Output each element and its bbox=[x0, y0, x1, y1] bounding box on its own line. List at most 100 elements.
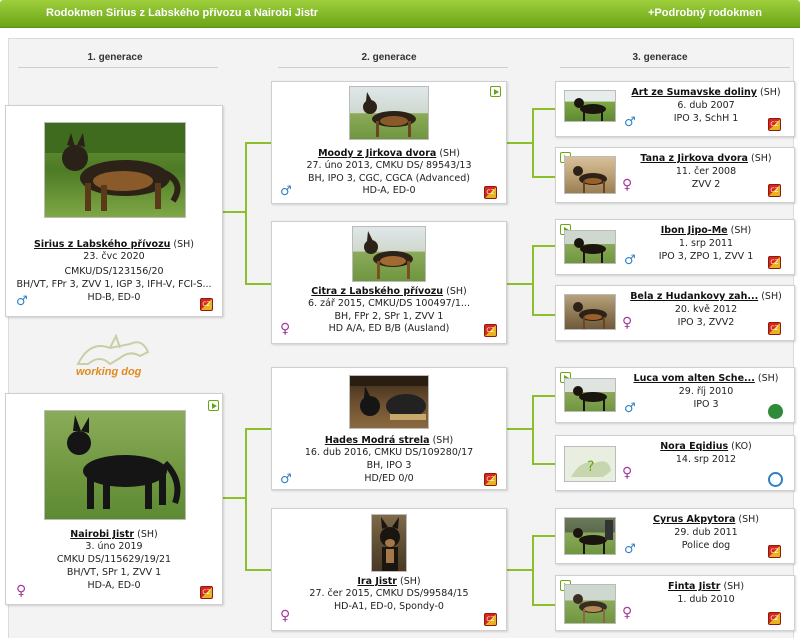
male-icon: ♂ bbox=[16, 294, 28, 309]
dog-photo[interactable] bbox=[564, 584, 616, 624]
dog-card-sire-dam[interactable]: Citra z Labského přívozu (SH) 6. zář 201… bbox=[271, 221, 507, 344]
flag-icon: CZ bbox=[768, 118, 781, 131]
dog-card-dam[interactable]: Nairobi Jistr (SH) 3. úno 2019 CMKU DS/1… bbox=[5, 393, 223, 605]
dog-birth: 14. srp 2012 bbox=[675, 454, 737, 465]
dog-titles: Police dog bbox=[681, 540, 731, 551]
dog-card-gen3[interactable]: Finta Jistr (SH) 1. dub 2010 ♀ CZ bbox=[555, 575, 795, 631]
dog-card-sire[interactable]: Sirius z Labského přívozu (SH) 23. čvc 2… bbox=[5, 105, 223, 317]
dog-name[interactable]: Cyrus Akpytora bbox=[653, 514, 735, 525]
connector bbox=[245, 142, 247, 284]
play-video-icon[interactable] bbox=[490, 86, 501, 97]
dog-card-gen3[interactable]: Luca vom alten Sche... (SH) 29. říj 2010… bbox=[555, 367, 795, 423]
dog-photo[interactable] bbox=[564, 378, 616, 412]
flag-icon: CZ bbox=[484, 473, 497, 486]
dog-details-3: HD A/A, ED B/B (Ausland) bbox=[328, 323, 450, 334]
dog-name[interactable]: Finta Jistr bbox=[668, 581, 720, 592]
dog-name[interactable]: Luca vom alten Sche... bbox=[634, 373, 755, 384]
dog-card-gen3[interactable]: Art ze Sumavske doliny (SH) 6. dub 2007 … bbox=[555, 81, 795, 137]
dog-name[interactable]: Art ze Sumavske doliny bbox=[631, 87, 757, 98]
dog-breed: (SH) bbox=[137, 529, 158, 540]
dog-name[interactable]: Citra z Labského přívozu bbox=[311, 286, 443, 297]
dog-photo[interactable] bbox=[371, 514, 407, 572]
dog-details-3: HD/ED 0/0 bbox=[364, 473, 414, 484]
female-icon: ♀ bbox=[622, 315, 633, 331]
dog-photo[interactable] bbox=[352, 226, 426, 282]
dog-photo[interactable] bbox=[44, 122, 186, 218]
dog-titles: BH/VT, FPr 3, ZVV 1, IGP 3, IFH-V, FCI-S… bbox=[16, 279, 212, 290]
connector bbox=[532, 535, 555, 537]
male-icon: ♂ bbox=[624, 115, 636, 130]
dog-breed: (SH) bbox=[432, 435, 454, 446]
connector bbox=[532, 176, 555, 178]
dog-name[interactable]: Bela z Hudankovy zah... bbox=[630, 291, 758, 302]
flag-icon: CZ bbox=[484, 613, 497, 626]
dog-photo[interactable] bbox=[349, 375, 429, 429]
dog-photo[interactable] bbox=[564, 156, 616, 194]
club-emblem-icon bbox=[768, 472, 783, 487]
dog-name[interactable]: Ibon Jipo-Me bbox=[661, 225, 728, 236]
dog-card-sire-sire[interactable]: Moody z Jirkova dvora (SH) 27. úno 2013,… bbox=[271, 81, 507, 204]
dog-card-gen3[interactable]: Bela z Hudankovy zah... (SH) 20. kvě 201… bbox=[555, 285, 795, 341]
dog-photo[interactable] bbox=[564, 90, 616, 122]
dog-birth: 11. čer 2008 bbox=[675, 166, 737, 177]
dog-card-gen3[interactable]: Ibon Jipo-Me (SH) 1. srp 2011 IPO 3, ZPO… bbox=[555, 219, 795, 275]
dog-details-1: 27. úno 2013, CMKU DS/ 89543/13 bbox=[306, 160, 472, 171]
dog-birth: 6. dub 2007 bbox=[677, 100, 735, 111]
dog-card-gen3[interactable]: Cyrus Akpytora (SH) 29. dub 2011 Police … bbox=[555, 508, 795, 564]
divider bbox=[560, 67, 790, 68]
dog-card-gen3[interactable]: Tana z Jirkova dvora (SH) 11. čer 2008 Z… bbox=[555, 147, 795, 203]
play-video-icon[interactable] bbox=[208, 400, 219, 411]
dog-titles: ZVV 2 bbox=[691, 179, 721, 190]
dog-photo[interactable] bbox=[44, 410, 186, 520]
flag-icon: CZ bbox=[768, 322, 781, 335]
dog-photo[interactable] bbox=[564, 230, 616, 264]
dog-name[interactable]: Nora Eqidius bbox=[660, 441, 728, 452]
dog-birth: 20. kvě 2012 bbox=[674, 304, 738, 315]
club-emblem-icon bbox=[768, 404, 783, 419]
dog-name[interactable]: Hades Modrá strela bbox=[325, 435, 430, 446]
male-icon: ♂ bbox=[624, 253, 636, 268]
dog-card-gen3[interactable]: ? Nora Eqidius (KO) 14. srp 2012 ♀ bbox=[555, 435, 795, 491]
connector bbox=[532, 463, 555, 465]
dog-name[interactable]: Sirius z Labského přívozu bbox=[34, 239, 170, 250]
dog-card-dam-sire[interactable]: Hades Modrá strela (SH) 16. dub 2016, CM… bbox=[271, 367, 507, 490]
dog-breed: (SH) bbox=[757, 373, 779, 384]
dog-card-dam-dam[interactable]: Ira Jistr (SH) 27. čer 2015, CMKU DS/995… bbox=[271, 508, 507, 631]
connector bbox=[507, 428, 533, 430]
female-icon: ♀ bbox=[280, 321, 291, 337]
connector bbox=[532, 314, 555, 316]
dog-health: HD-B, ED-0 bbox=[87, 292, 141, 303]
dog-details-3: HD-A, ED-0 bbox=[362, 185, 416, 196]
detailed-pedigree-link[interactable]: +Podrobný rodokmen bbox=[648, 7, 762, 19]
connector bbox=[507, 283, 533, 285]
dog-photo[interactable] bbox=[564, 294, 616, 330]
connector bbox=[245, 283, 271, 285]
generation-1-header: 1. generace bbox=[87, 52, 143, 63]
dog-details-2: BH, FPr 2, SPr 1, ZVV 1 bbox=[334, 311, 444, 322]
dog-name[interactable]: Nairobi Jistr bbox=[70, 529, 134, 540]
connector bbox=[532, 395, 555, 397]
pedigree-title: Rodokmen Sirius z Labského přívozu a Nai… bbox=[46, 7, 319, 19]
dog-titles: BH/VT, SPr 1, ZVV 1 bbox=[66, 567, 162, 578]
svg-text:?: ? bbox=[587, 459, 594, 475]
dog-name[interactable]: Ira Jistr bbox=[357, 576, 397, 587]
dog-photo[interactable] bbox=[349, 86, 429, 140]
dog-breed: (SH) bbox=[759, 87, 781, 98]
connector bbox=[532, 604, 555, 606]
dog-photo-placeholder[interactable]: ? bbox=[564, 446, 616, 482]
connector bbox=[532, 535, 534, 605]
dog-photo[interactable] bbox=[564, 517, 616, 555]
dog-titles: IPO 3, SchH 1 bbox=[673, 113, 739, 124]
dog-breed: (SH) bbox=[400, 576, 421, 587]
dog-name[interactable]: Moody z Jirkova dvora bbox=[318, 148, 436, 159]
dog-name[interactable]: Tana z Jirkova dvora bbox=[640, 153, 748, 164]
female-icon: ♀ bbox=[622, 605, 633, 621]
dog-breed: (SH) bbox=[730, 225, 752, 236]
flag-icon: CZ bbox=[768, 184, 781, 197]
dog-titles: IPO 3 bbox=[693, 399, 719, 410]
generation-3-header: 3. generace bbox=[632, 52, 688, 63]
divider bbox=[278, 67, 508, 68]
flag-icon: CZ bbox=[200, 298, 213, 311]
connector bbox=[532, 245, 534, 315]
dog-details-2: BH, IPO 3, CGC, CGCA (Advanced) bbox=[308, 173, 470, 184]
